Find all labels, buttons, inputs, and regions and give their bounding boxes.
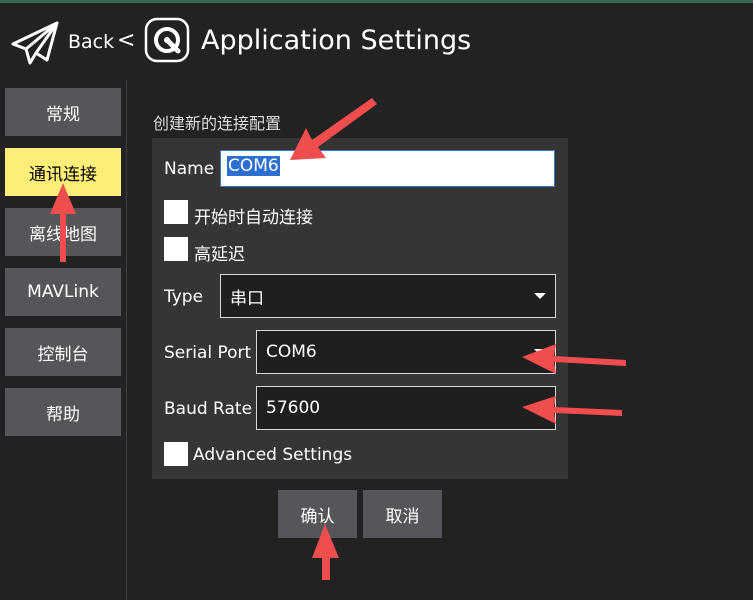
ok-button[interactable]: 确认 bbox=[278, 490, 357, 538]
back-button[interactable]: Back bbox=[68, 31, 114, 53]
section-title: 创建新的连接配置 bbox=[153, 114, 282, 133]
sidebar-item-help[interactable]: 帮助 bbox=[5, 388, 121, 436]
sidebar-divider bbox=[126, 80, 127, 600]
high-latency-checkbox[interactable] bbox=[164, 237, 188, 261]
baud-rate-select[interactable]: 57600 bbox=[256, 386, 556, 430]
chevron-down-icon bbox=[534, 293, 546, 299]
auto-connect-label: 开始时自动连接 bbox=[194, 208, 313, 228]
type-select[interactable]: 串口 bbox=[220, 274, 556, 318]
qgc-logo-icon bbox=[144, 17, 190, 63]
name-input-value: COM6 bbox=[227, 156, 280, 176]
name-label: Name bbox=[164, 159, 215, 179]
name-input[interactable]: COM6 bbox=[220, 150, 555, 187]
chevron-down-icon bbox=[534, 405, 546, 411]
baud-rate-select-value: 57600 bbox=[266, 398, 321, 418]
paper-plane-icon[interactable] bbox=[10, 20, 60, 66]
sidebar-item-offline-maps[interactable]: 离线地图 bbox=[5, 208, 121, 256]
auto-connect-checkbox[interactable] bbox=[164, 200, 188, 224]
chevron-down-icon bbox=[534, 349, 546, 355]
sidebar-item-comm-links[interactable]: 通讯连接 bbox=[5, 148, 121, 196]
type-select-value: 串口 bbox=[230, 288, 264, 309]
type-label: Type bbox=[164, 287, 204, 307]
serial-port-select-value: COM6 bbox=[266, 342, 317, 362]
high-latency-label: 高延迟 bbox=[194, 245, 245, 265]
baud-rate-label: Baud Rate bbox=[164, 399, 253, 419]
serial-port-select[interactable]: COM6 bbox=[256, 330, 556, 374]
advanced-settings-label: Advanced Settings bbox=[193, 445, 353, 465]
sidebar-item-console[interactable]: 控制台 bbox=[5, 328, 121, 376]
sidebar-item-mavlink[interactable]: MAVLink bbox=[5, 268, 121, 316]
serial-port-label: Serial Port bbox=[164, 343, 252, 363]
header: Back < Application Settings bbox=[0, 3, 753, 80]
page-title: Application Settings bbox=[201, 25, 472, 56]
sidebar-item-general[interactable]: 常规 bbox=[5, 88, 121, 136]
back-chevron-icon[interactable]: < bbox=[117, 28, 135, 53]
cancel-button[interactable]: 取消 bbox=[363, 490, 442, 538]
advanced-settings-checkbox[interactable] bbox=[164, 442, 188, 466]
